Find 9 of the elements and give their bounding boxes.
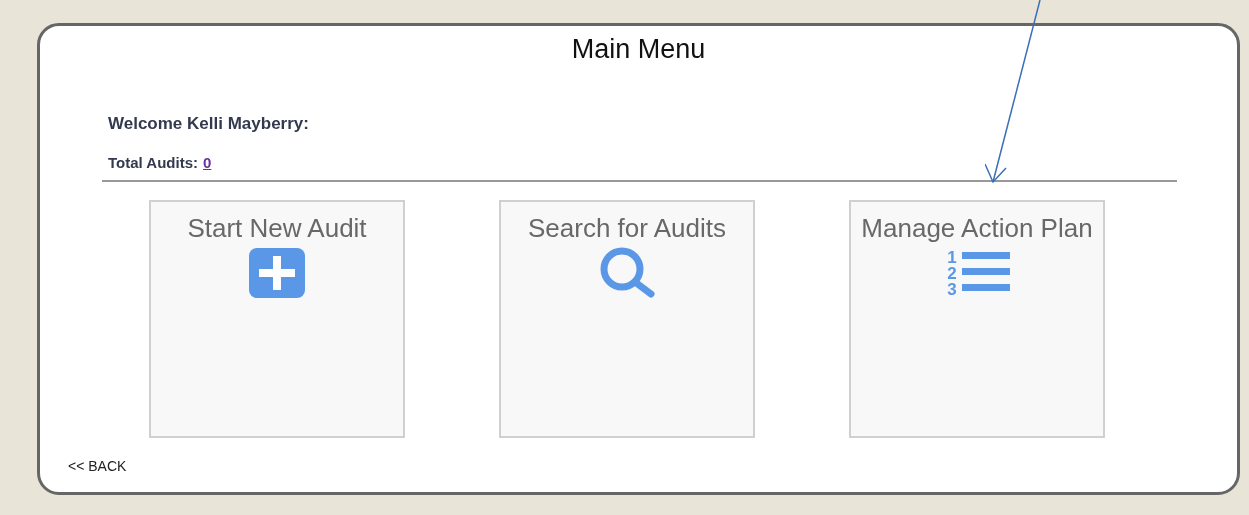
menu-tile[interactable]: Start New Audit [149,200,405,438]
total-audits-link[interactable]: 0 [203,154,212,171]
menu-tile[interactable]: Search for Audits [499,200,755,438]
welcome-text: Welcome Kelli Mayberry: [108,114,310,134]
menu-tile[interactable]: Manage Action Plan 1 2 3 [849,200,1105,438]
back-link[interactable]: << BACK [68,458,127,474]
total-audits-label: Total Audits: [108,154,198,171]
plus-icon [248,247,306,299]
page-title: Main Menu [570,33,707,66]
